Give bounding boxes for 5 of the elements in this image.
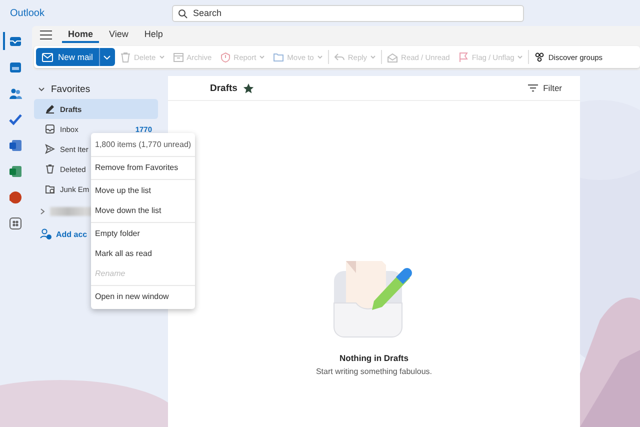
empty-title: Nothing in Drafts (340, 353, 408, 363)
empty-subtitle: Start writing something fabulous. (316, 367, 432, 376)
app-title: Outlook (10, 8, 46, 18)
folder-title: Drafts (210, 82, 238, 94)
item-count: 1,800 items (1,770 unread) (94, 139, 192, 151)
